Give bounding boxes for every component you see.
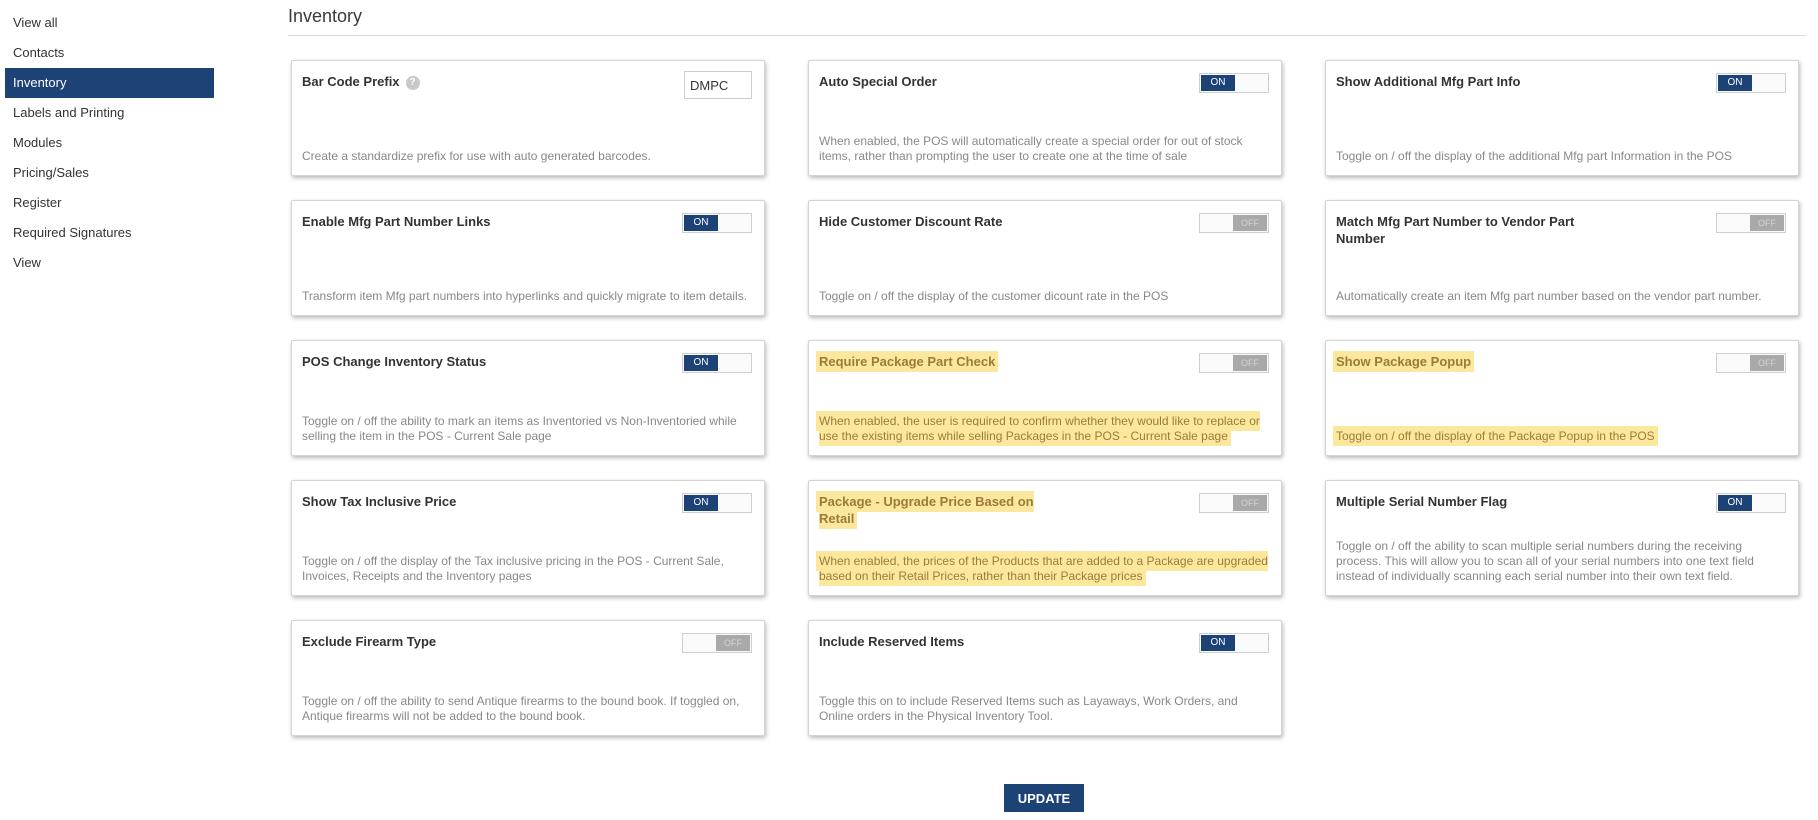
setting-title: Bar Code Prefix? bbox=[302, 73, 420, 90]
setting-card-bar-code-prefix: Bar Code Prefix? Create a standardize pr… bbox=[291, 60, 765, 176]
setting-description: Automatically create an item Mfg part nu… bbox=[1336, 289, 1762, 303]
toggle-state-label: ON bbox=[1718, 75, 1752, 91]
sidebar-item-required-signatures[interactable]: Required Signatures bbox=[5, 218, 214, 248]
setting-description: Transform item Mfg part numbers into hyp… bbox=[302, 289, 748, 303]
setting-card-pos-change-inventory-status: POS Change Inventory Status ON Toggle on… bbox=[291, 340, 765, 456]
setting-title: Show Package Popup bbox=[1336, 353, 1472, 370]
auto-special-order-toggle[interactable]: ON bbox=[1199, 73, 1269, 93]
setting-title: Multiple Serial Number Flag bbox=[1336, 494, 1508, 509]
setting-card-show-package-popup: Show Package Popup OFF Toggle on / off t… bbox=[1325, 340, 1799, 456]
setting-title: Require Package Part Check bbox=[819, 353, 996, 370]
highlighted-description: When enabled, the prices of the Products… bbox=[819, 554, 1268, 583]
setting-card-package-upgrade-price: Package - Upgrade Price Based on Retail … bbox=[808, 480, 1282, 596]
setting-title: Hide Customer Discount Rate bbox=[819, 214, 1003, 229]
setting-description: Toggle on / off the ability to scan mult… bbox=[1336, 539, 1754, 583]
setting-description: When enabled, the prices of the Products… bbox=[819, 554, 1273, 584]
setting-description: Toggle on / off the ability to mark an i… bbox=[302, 414, 737, 443]
include-reserved-items-toggle[interactable]: ON bbox=[1199, 633, 1269, 653]
page-title: Inventory bbox=[288, 6, 1806, 36]
setting-description: Toggle on / off the display of the addit… bbox=[1336, 149, 1733, 163]
setting-title: Auto Special Order bbox=[819, 74, 937, 89]
toggle-state-label: OFF bbox=[1750, 355, 1784, 371]
toggle-state-label: ON bbox=[684, 215, 718, 231]
exclude-firearm-type-toggle[interactable]: OFF bbox=[682, 633, 752, 653]
toggle-state-label: ON bbox=[684, 495, 718, 511]
pos-change-inventory-status-toggle[interactable]: ON bbox=[682, 353, 752, 373]
setting-title: Show Tax Inclusive Price bbox=[302, 494, 457, 509]
setting-card-multiple-serial-number-flag: Multiple Serial Number Flag ON Toggle on… bbox=[1325, 480, 1799, 596]
setting-card-require-package-part-check: Require Package Part Check OFF When enab… bbox=[808, 340, 1282, 456]
sidebar-item-labels-and-printing[interactable]: Labels and Printing bbox=[5, 98, 214, 128]
multiple-serial-number-flag-toggle[interactable]: ON bbox=[1716, 493, 1786, 513]
setting-title: POS Change Inventory Status bbox=[302, 354, 487, 369]
setting-description: Create a standardize prefix for use with… bbox=[302, 149, 651, 163]
setting-title: Include Reserved Items bbox=[819, 634, 965, 649]
highlighted-description: When enabled, the user is required to co… bbox=[819, 414, 1260, 443]
toggle-state-label: OFF bbox=[1233, 495, 1267, 511]
setting-description: Toggle this on to include Reserved Items… bbox=[819, 694, 1238, 723]
sidebar-item-contacts[interactable]: Contacts bbox=[5, 38, 214, 68]
setting-card-show-tax-inclusive-price: Show Tax Inclusive Price ON Toggle on / … bbox=[291, 480, 765, 596]
setting-card-hide-customer-discount-rate: Hide Customer Discount Rate OFF Toggle o… bbox=[808, 200, 1282, 316]
setting-title: Show Additional Mfg Part Info bbox=[1336, 74, 1521, 89]
sidebar-item-inventory[interactable]: Inventory bbox=[5, 68, 214, 98]
setting-card-enable-mfg-part-number-links: Enable Mfg Part Number Links ON Transfor… bbox=[291, 200, 765, 316]
setting-description: Toggle on / off the ability to send Anti… bbox=[302, 694, 740, 723]
sidebar-item-view[interactable]: View bbox=[5, 248, 214, 278]
sidebar-item-register[interactable]: Register bbox=[5, 188, 214, 218]
match-mfg-part-number-toggle[interactable]: OFF bbox=[1716, 213, 1786, 233]
setting-card-auto-special-order: Auto Special Order ON When enabled, the … bbox=[808, 60, 1282, 176]
setting-description: Toggle on / off the display of the Tax i… bbox=[302, 554, 724, 583]
package-upgrade-price-toggle[interactable]: OFF bbox=[1199, 493, 1269, 513]
setting-title-text: Bar Code Prefix bbox=[302, 74, 400, 89]
highlighted-title: Show Package Popup bbox=[1336, 354, 1472, 369]
show-package-popup-toggle[interactable]: OFF bbox=[1716, 353, 1786, 373]
setting-description: Toggle on / off the display of the custo… bbox=[819, 289, 1169, 303]
update-button[interactable]: UPDATE bbox=[1004, 784, 1084, 812]
setting-card-show-additional-mfg-part-info: Show Additional Mfg Part Info ON Toggle … bbox=[1325, 60, 1799, 176]
setting-description: When enabled, the user is required to co… bbox=[819, 414, 1273, 444]
sidebar-nav: View all Contacts Inventory Labels and P… bbox=[5, 8, 214, 278]
toggle-state-label: ON bbox=[1201, 635, 1235, 651]
toggle-state-label: OFF bbox=[1233, 215, 1267, 231]
toggle-state-label: OFF bbox=[1750, 215, 1784, 231]
bar-code-prefix-input[interactable] bbox=[684, 71, 752, 99]
hide-customer-discount-rate-toggle[interactable]: OFF bbox=[1199, 213, 1269, 233]
show-tax-inclusive-price-toggle[interactable]: ON bbox=[682, 493, 752, 513]
setting-card-include-reserved-items: Include Reserved Items ON Toggle this on… bbox=[808, 620, 1282, 736]
toggle-state-label: ON bbox=[684, 355, 718, 371]
toggle-state-label: OFF bbox=[716, 635, 750, 651]
setting-card-exclude-firearm-type: Exclude Firearm Type OFF Toggle on / off… bbox=[291, 620, 765, 736]
toggle-state-label: ON bbox=[1718, 495, 1752, 511]
sidebar-item-pricing-sales[interactable]: Pricing/Sales bbox=[5, 158, 214, 188]
setting-description: When enabled, the POS will automatically… bbox=[819, 134, 1243, 163]
setting-title: Enable Mfg Part Number Links bbox=[302, 214, 491, 229]
setting-title: Exclude Firearm Type bbox=[302, 634, 437, 649]
require-package-part-check-toggle[interactable]: OFF bbox=[1199, 353, 1269, 373]
highlighted-title: Package - Upgrade Price Based on Retail bbox=[819, 494, 1034, 526]
sidebar-item-view-all[interactable]: View all bbox=[5, 8, 214, 38]
toggle-state-label: OFF bbox=[1233, 355, 1267, 371]
highlighted-title: Require Package Part Check bbox=[819, 354, 996, 369]
show-additional-mfg-part-info-toggle[interactable]: ON bbox=[1716, 73, 1786, 93]
setting-description: Toggle on / off the display of the Packa… bbox=[1336, 429, 1790, 444]
setting-title: Match Mfg Part Number to Vendor Part Num… bbox=[1336, 214, 1575, 246]
toggle-state-label: ON bbox=[1201, 75, 1235, 91]
question-circle-icon[interactable]: ? bbox=[405, 76, 420, 90]
setting-card-match-mfg-part-number: Match Mfg Part Number to Vendor Part Num… bbox=[1325, 200, 1799, 316]
setting-title: Package - Upgrade Price Based on Retail bbox=[819, 493, 1059, 527]
sidebar-item-modules[interactable]: Modules bbox=[5, 128, 214, 158]
highlighted-description: Toggle on / off the display of the Packa… bbox=[1336, 429, 1655, 443]
enable-mfg-part-number-links-toggle[interactable]: ON bbox=[682, 213, 752, 233]
